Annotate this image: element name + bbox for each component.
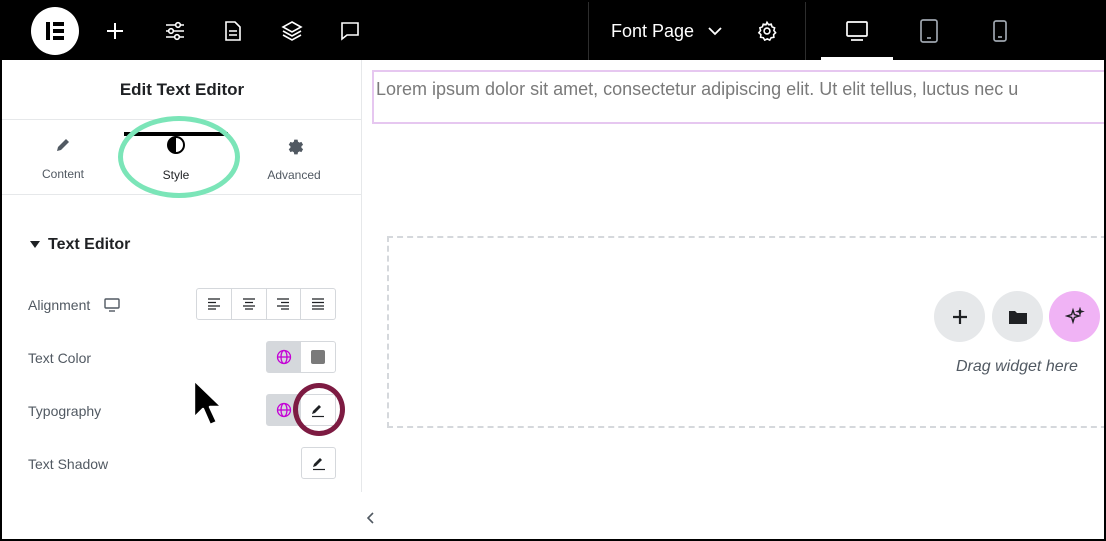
elementor-logo-icon[interactable] <box>31 7 79 55</box>
screenshot-frame: Font Page Edit Text Editor Content Style… <box>0 0 1106 541</box>
desktop-icon[interactable] <box>104 298 120 312</box>
edit-text-shadow-button[interactable] <box>301 447 336 479</box>
ai-build-button[interactable] <box>1049 291 1100 342</box>
tab-content[interactable]: Content <box>8 121 118 195</box>
pencil-icon <box>54 136 72 157</box>
color-swatch <box>311 350 325 364</box>
drag-widget-hint: Drag widget here <box>956 358 1078 375</box>
add-section-button[interactable] <box>934 291 985 342</box>
caret-down-icon <box>30 236 40 254</box>
topbar-divider <box>588 2 589 60</box>
align-center-button[interactable] <box>232 289 267 319</box>
add-template-button[interactable] <box>992 291 1043 342</box>
widget-text: Lorem ipsum dolor sit amet, consectetur … <box>376 79 1019 99</box>
mobile-icon[interactable] <box>985 2 1015 60</box>
plus-icon[interactable] <box>100 2 130 60</box>
sliders-icon[interactable] <box>160 2 190 60</box>
style-tab-highlight-circle <box>118 116 240 198</box>
text-color-label: Text Color <box>28 350 92 366</box>
folder-icon <box>1008 309 1028 325</box>
align-justify-button[interactable] <box>301 289 335 319</box>
collapse-panel-button[interactable] <box>360 492 382 539</box>
typography-label: Typography <box>28 403 102 419</box>
sparkle-icon <box>1064 306 1085 327</box>
align-right-button[interactable] <box>267 289 302 319</box>
typography-edit-highlight-circle <box>293 383 345 436</box>
alignment-label: Alignment <box>28 297 91 313</box>
align-left-button[interactable] <box>197 289 232 319</box>
text-shadow-label: Text Shadow <box>28 456 109 472</box>
topbar-divider <box>805 2 806 60</box>
page-name-dropdown[interactable]: Font Page <box>611 2 722 60</box>
document-icon[interactable] <box>218 2 248 60</box>
text-color-control <box>266 341 336 373</box>
alignment-row: Alignment <box>28 297 120 313</box>
text-editor-widget[interactable]: Lorem ipsum dolor sit amet, consectetur … <box>372 70 1104 124</box>
plus-icon <box>951 308 969 326</box>
global-colors-button[interactable] <box>267 342 301 372</box>
tablet-icon[interactable] <box>913 2 945 60</box>
desktop-icon[interactable] <box>841 2 873 60</box>
top-bar: Font Page <box>2 2 1104 60</box>
comment-icon[interactable] <box>335 2 365 60</box>
tab-label: Content <box>41 166 85 181</box>
active-device-indicator <box>821 57 893 60</box>
layers-icon[interactable] <box>277 2 307 60</box>
globe-icon <box>276 349 292 365</box>
mouse-cursor-icon <box>190 378 224 437</box>
alignment-control <box>196 288 336 320</box>
section-header-text-editor[interactable]: Text Editor <box>30 236 130 254</box>
page-name-label: Font Page <box>611 20 695 41</box>
tab-advanced[interactable]: Advanced <box>239 121 349 195</box>
color-swatch-button[interactable] <box>301 342 335 372</box>
globe-icon <box>276 402 292 418</box>
gear-icon[interactable] <box>752 2 782 60</box>
tab-label: Advanced <box>267 167 321 182</box>
section-title: Text Editor <box>48 236 131 253</box>
pencil-icon <box>311 455 327 471</box>
gear-icon <box>284 135 304 158</box>
panel-title: Edit Text Editor <box>2 60 362 120</box>
chevron-left-icon <box>367 511 375 524</box>
chevron-down-icon <box>708 26 722 36</box>
